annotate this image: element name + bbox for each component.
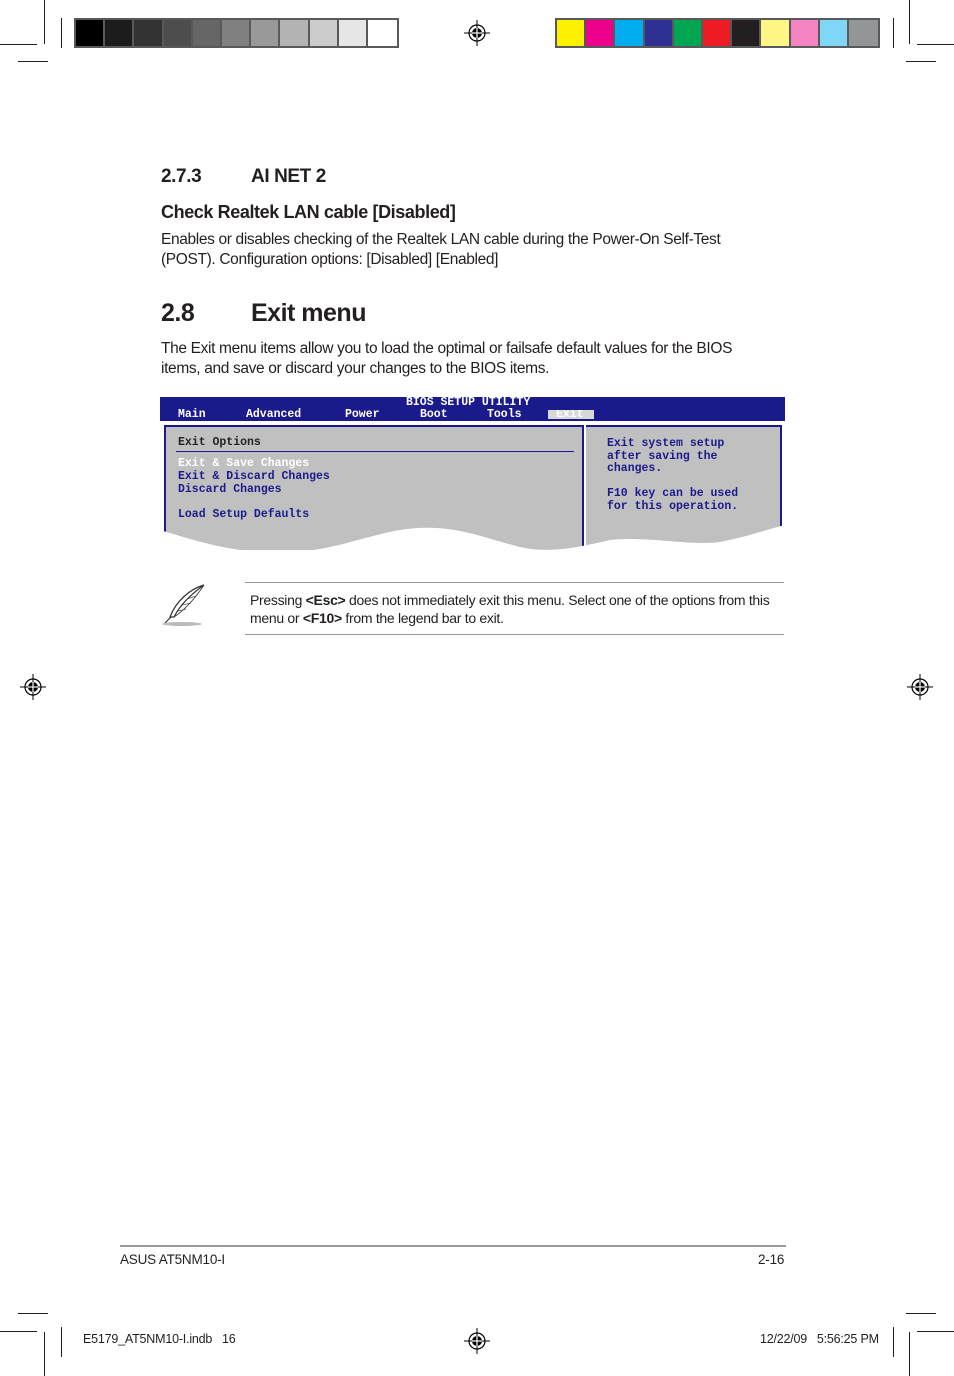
footer-product: ASUS AT5NM10-I <box>120 1252 225 1267</box>
note-rule-bottom <box>245 634 784 635</box>
note-text-part: menu or <box>250 610 303 626</box>
color-swatch <box>586 20 616 46</box>
intro-line: The Exit menu items allow you to load th… <box>161 340 733 357</box>
crop-mark <box>906 1313 936 1314</box>
color-swatch <box>338 20 368 46</box>
registration-mark-icon <box>20 674 46 700</box>
slug-filename: E5179_AT5NM10-I.indb 16 <box>83 1332 236 1346</box>
crop-mark <box>0 44 37 45</box>
help-line: for this operation. <box>607 500 739 513</box>
crop-mark <box>44 1332 45 1376</box>
slug-timestamp: 12/22/09 5:56:25 PM <box>760 1332 879 1346</box>
section-title: AI NET 2 <box>251 166 326 187</box>
crop-mark <box>61 1327 62 1357</box>
bios-tab-advanced[interactable]: Advanced <box>246 408 301 421</box>
registration-mark-icon <box>464 1328 490 1354</box>
color-swatch <box>367 20 398 46</box>
process-color-bar <box>555 18 880 48</box>
color-swatch <box>673 20 703 46</box>
color-swatch <box>309 20 339 46</box>
note-text-part: Pressing <box>250 592 306 608</box>
color-swatch <box>848 20 879 46</box>
section-intro: The Exit menu items allow you to load th… <box>161 339 732 379</box>
section-number: 2.7.3 <box>161 166 202 187</box>
note-rule-top <box>245 582 784 583</box>
bios-tab-exit[interactable]: Exit <box>548 410 594 419</box>
bios-tab-main[interactable]: Main <box>178 408 206 421</box>
crop-mark <box>909 1332 910 1376</box>
footer-page-number: 2-16 <box>758 1252 785 1267</box>
color-swatch <box>76 20 106 46</box>
color-swatch <box>732 20 762 46</box>
bios-menu-bar: BIOS SETUP UTILITY Main Advanced Power B… <box>160 396 785 421</box>
feather-pen-icon <box>162 584 205 626</box>
bios-item-exit-save[interactable]: Exit & Save Changes <box>178 457 309 470</box>
color-swatch <box>790 20 820 46</box>
crop-mark <box>917 44 954 45</box>
color-swatch <box>192 20 222 46</box>
note-text: Pressing <Esc> does not immediately exit… <box>250 591 770 627</box>
crop-mark <box>917 1331 954 1332</box>
registration-mark-icon <box>464 20 490 46</box>
divider <box>176 451 574 452</box>
footer-rule <box>120 1245 786 1247</box>
crop-mark <box>18 1313 48 1314</box>
crop-mark <box>906 61 936 62</box>
note-text-part: does not immediately exit this menu. Sel… <box>345 592 770 608</box>
bios-screenshot: BIOS SETUP UTILITY Main Advanced Power B… <box>160 396 785 557</box>
description-line: (POST). Configuration options: [Disabled… <box>161 251 499 268</box>
crop-mark <box>909 0 910 44</box>
crop-mark <box>61 18 62 48</box>
help-line: F10 key can be used <box>607 487 739 500</box>
torn-edge <box>160 525 785 557</box>
intro-line: items, and save or discard your changes … <box>161 360 550 377</box>
description-line: Enables or disables checking of the Real… <box>161 231 721 248</box>
crop-mark <box>0 1331 37 1332</box>
bios-tab-tools[interactable]: Tools <box>487 408 522 421</box>
color-swatch <box>134 20 164 46</box>
color-swatch <box>819 20 849 46</box>
esc-key: <Esc> <box>305 592 346 608</box>
color-swatch <box>251 20 281 46</box>
registration-mark-icon <box>907 674 933 700</box>
bios-tab-boot[interactable]: Boot <box>420 408 448 421</box>
crop-mark <box>18 61 48 62</box>
item-heading: Check Realtek LAN cable [Disabled] <box>161 202 456 222</box>
color-swatch <box>615 20 645 46</box>
bios-item-exit-discard[interactable]: Exit & Discard Changes <box>178 470 330 483</box>
color-swatch <box>644 20 674 46</box>
color-swatch <box>702 20 733 46</box>
section-title: Exit menu <box>251 299 366 327</box>
help-line: Exit system setup <box>607 437 725 450</box>
bios-item-load-defaults[interactable]: Load Setup Defaults <box>178 508 309 521</box>
crop-mark <box>893 18 894 48</box>
note-text-part: from the legend bar to exit. <box>341 610 504 626</box>
color-swatch <box>280 20 310 46</box>
color-swatch <box>761 20 791 46</box>
f10-key: <F10> <box>302 610 342 626</box>
section-number: 2.8 <box>161 299 195 327</box>
bios-item-discard[interactable]: Discard Changes <box>178 483 282 496</box>
help-line: changes. <box>607 462 663 475</box>
bios-tab-power[interactable]: Power <box>345 408 380 421</box>
color-swatch <box>557 20 587 46</box>
crop-mark <box>44 0 45 44</box>
color-swatch <box>221 20 252 46</box>
crop-mark <box>893 1327 894 1357</box>
item-description: Enables or disables checking of the Real… <box>161 230 721 270</box>
color-swatch <box>105 20 135 46</box>
bios-panel-title: Exit Options <box>178 436 261 449</box>
color-swatch <box>163 20 193 46</box>
grayscale-color-bar <box>74 18 399 48</box>
